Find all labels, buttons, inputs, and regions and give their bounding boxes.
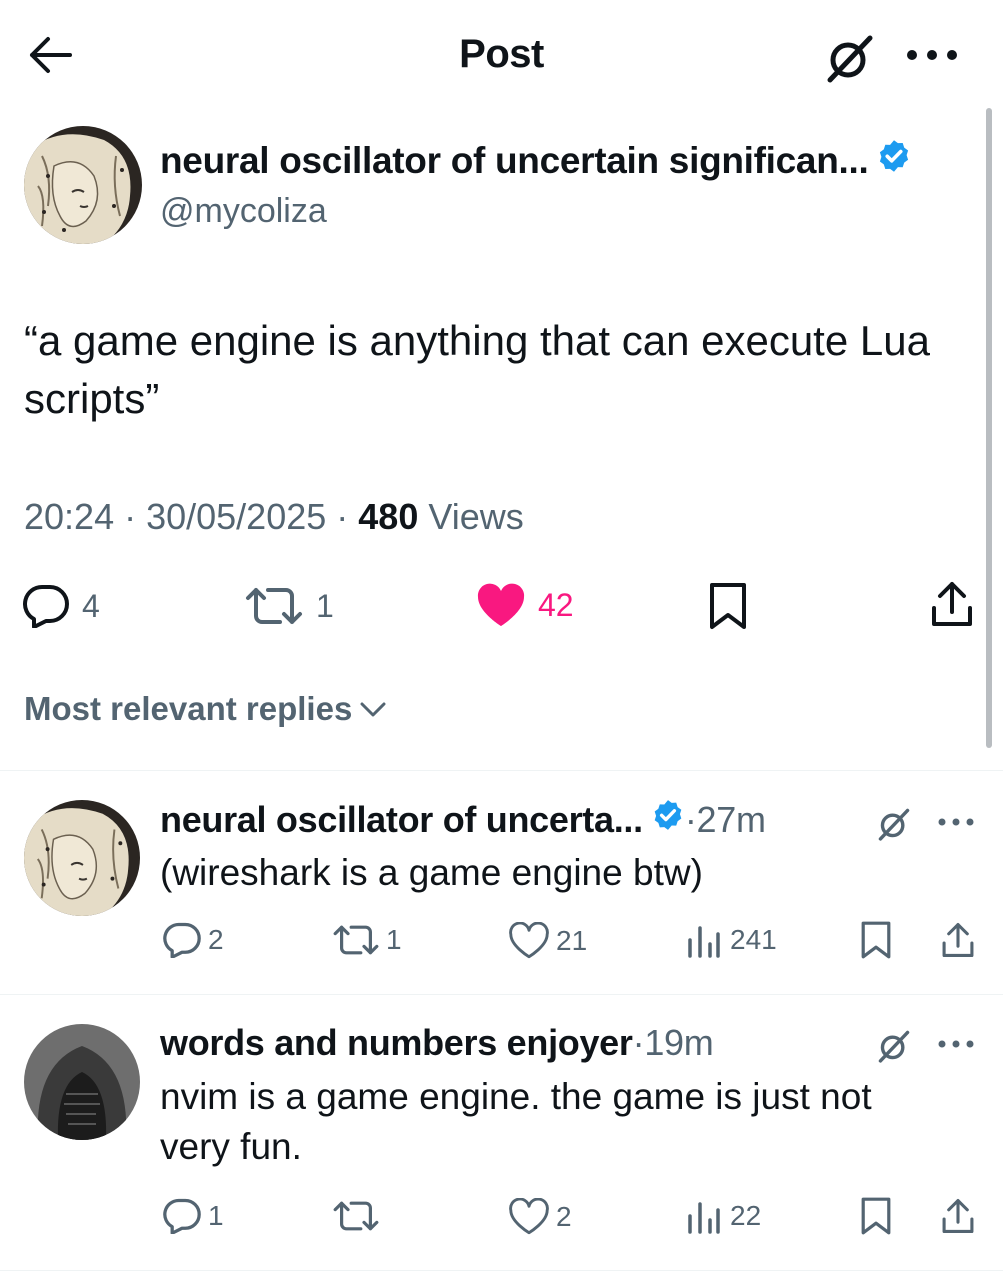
meta-separator: ·: [114, 496, 147, 537]
reply-bubble-icon: [163, 1198, 201, 1234]
reply-reply-button[interactable]: 1: [162, 1198, 224, 1234]
grok-icon: [878, 1030, 910, 1063]
reply-author-name[interactable]: neural oscillator of uncerta...: [160, 799, 643, 841]
reply-author-name[interactable]: words and numbers enjoyer: [160, 1022, 633, 1064]
main-author-avatar[interactable]: [24, 126, 142, 244]
more-dots-icon: [938, 1040, 974, 1048]
author-name-text: neural oscillator of uncertain significa…: [160, 139, 869, 181]
chevron-down-icon: [360, 702, 386, 717]
meta-separator: ·: [326, 496, 359, 537]
replies-sort-label: Most relevant replies: [24, 690, 353, 727]
post-text: “a game engine is anything that can exec…: [24, 317, 930, 422]
post-time[interactable]: 20:24: [24, 496, 114, 537]
reply-like-count: 21: [556, 925, 588, 956]
bookmark-button[interactable]: [708, 582, 748, 630]
views-label: Views: [418, 496, 524, 537]
reply-views-count: 241: [730, 924, 777, 955]
more-dots-icon: [938, 818, 974, 826]
repost-button[interactable]: 1: [244, 584, 334, 628]
share-button[interactable]: [930, 580, 974, 628]
reply-author-line: neural oscillator of uncerta... · 27m: [160, 798, 766, 841]
reply-bubble-icon: [23, 585, 69, 628]
reply-grok-button[interactable]: [872, 1024, 916, 1068]
replies-sort-dropdown[interactable]: Most relevant replies: [24, 690, 388, 728]
reply-author-line: words and numbers enjoyer · 19m: [160, 1022, 714, 1064]
reply-share-button[interactable]: [938, 918, 978, 962]
reply-views-button[interactable]: 241: [684, 922, 777, 958]
reply-count: 4: [82, 587, 100, 624]
reply-text: (wireshark is a game engine btw): [160, 852, 703, 893]
reply-time[interactable]: 19m: [644, 1022, 713, 1064]
repost-icon: [333, 925, 379, 955]
post-meta: 20:24 · 30/05/2025 · 480 Views: [24, 496, 524, 538]
post-date[interactable]: 30/05/2025: [146, 496, 326, 537]
main-author-name[interactable]: neural oscillator of uncertain significa…: [160, 138, 912, 183]
reply-dot: ·: [684, 798, 697, 840]
more-options-button[interactable]: [900, 30, 964, 80]
grok-button[interactable]: [818, 28, 882, 88]
share-icon: [942, 923, 974, 957]
bookmark-icon: [861, 1197, 891, 1235]
views-chart-icon: [688, 926, 720, 958]
views-chart-icon: [688, 1202, 720, 1234]
verified-badge-icon: [876, 138, 912, 183]
reply-like-count: 2: [556, 1201, 572, 1232]
divider: [0, 770, 1003, 771]
reply-bubble-icon: [163, 922, 201, 958]
repost-icon: [246, 588, 302, 624]
views-count: 480: [358, 496, 419, 537]
scrollbar[interactable]: [986, 108, 992, 748]
reply-repost-button[interactable]: [332, 1198, 386, 1234]
woman-portrait-avatar-image: [24, 126, 142, 244]
reply-views-count: 22: [730, 1200, 762, 1231]
woman-portrait-avatar-image: [24, 800, 140, 916]
hooded-figure-avatar-image: [24, 1024, 140, 1140]
reply-like-button[interactable]: 2: [508, 1198, 572, 1236]
grok-icon: [827, 35, 873, 83]
heart-outline-icon: [509, 922, 549, 959]
reply-views-button[interactable]: 22: [684, 1198, 761, 1234]
reply-button[interactable]: 4: [22, 584, 100, 628]
divider: [0, 1270, 1003, 1271]
divider: [0, 994, 1003, 995]
repost-count: 1: [316, 587, 334, 624]
reply-share-button[interactable]: [938, 1194, 978, 1238]
reply-bookmark-button[interactable]: [856, 918, 896, 962]
heart-filled-icon: [477, 583, 525, 626]
bookmark-icon: [861, 921, 891, 959]
reply-time[interactable]: 27m: [697, 799, 766, 841]
reply-text: nvim is a game engine. the game is just …: [160, 1076, 872, 1167]
reply-author-avatar[interactable]: [24, 1024, 140, 1140]
reply-more-button[interactable]: [934, 1034, 978, 1054]
reply-reply-button[interactable]: 2: [162, 922, 224, 958]
repost-icon: [333, 1201, 379, 1231]
bookmark-icon: [710, 583, 746, 629]
reply-repost-count: 1: [386, 924, 402, 955]
reply-bookmark-button[interactable]: [856, 1194, 896, 1238]
heart-outline-icon: [509, 1198, 549, 1235]
like-button[interactable]: 42: [476, 582, 574, 628]
grok-icon: [878, 808, 910, 841]
top-bar: Post: [0, 0, 1003, 110]
reply-like-button[interactable]: 21: [508, 922, 587, 960]
reply-repost-button[interactable]: 1: [332, 922, 402, 958]
share-icon: [932, 582, 972, 626]
reply-author-avatar[interactable]: [24, 800, 140, 916]
like-count: 42: [538, 586, 574, 623]
reply-grok-button[interactable]: [872, 802, 916, 846]
share-icon: [942, 1199, 974, 1233]
verified-badge-icon: [651, 798, 685, 841]
reply-reply-count: 1: [208, 1200, 224, 1231]
main-author-handle[interactable]: @mycoliza: [160, 192, 327, 231]
reply-more-button[interactable]: [934, 812, 978, 832]
reply-dot: ·: [632, 1022, 645, 1063]
more-dots-icon: [907, 50, 957, 60]
reply-reply-count: 2: [208, 924, 224, 955]
